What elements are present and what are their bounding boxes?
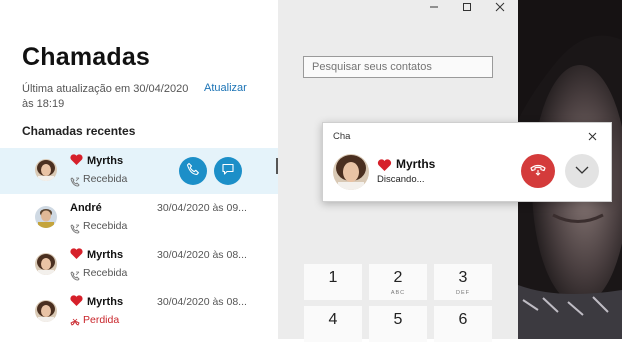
call-date: 30/04/2020 às 09... [157, 202, 247, 214]
key-letters: DEF [456, 290, 470, 296]
key-digit: 6 [458, 311, 468, 328]
maximize-icon[interactable] [456, 0, 478, 14]
keypad-key-6[interactable]: 6 [434, 306, 492, 342]
call-date: 30/04/2020 às 08... [157, 296, 247, 308]
keypad-key-5[interactable]: 5 [369, 306, 427, 342]
recent-calls-header: Chamadas recentes [22, 124, 136, 138]
key-digit: 4 [328, 311, 338, 328]
expand-button[interactable] [565, 154, 599, 188]
contact-name: Myrths [87, 155, 124, 167]
incoming-call-icon [70, 221, 80, 239]
call-list-item[interactable]: Myrths Recebida [0, 148, 278, 194]
call-status: Recebida [83, 173, 128, 185]
heart-icon [70, 295, 83, 309]
call-list-item[interactable]: André 30/04/2020 às 09... Recebida [0, 195, 278, 241]
phone-icon [186, 162, 200, 181]
close-icon[interactable] [489, 0, 511, 14]
minimize-icon[interactable] [423, 0, 445, 14]
call-popup: Cha Myrths Discando... [322, 122, 612, 202]
heart-icon [70, 248, 83, 262]
message-button[interactable] [214, 157, 242, 185]
key-digit: 2 [393, 269, 403, 286]
page-title: Chamadas [22, 43, 151, 71]
call-status: Discando... [377, 174, 425, 185]
contact-name: Myrths [87, 249, 124, 261]
call-status: Perdida [83, 314, 120, 326]
avatar [35, 159, 57, 181]
avatar [35, 300, 57, 322]
call-list-item[interactable]: Myrths 30/04/2020 às 08... Perdida [0, 289, 278, 335]
call-button[interactable] [179, 157, 207, 185]
contact-name: André [70, 202, 102, 214]
message-icon [221, 162, 235, 181]
last-updated-text: Última atualização em 30/04/2020 às 18:1… [22, 83, 189, 110]
keypad-key-2[interactable]: 2 ABC [369, 264, 427, 300]
avatar [35, 206, 57, 228]
keypad-key-1[interactable]: 1 [304, 264, 362, 300]
call-list-item[interactable]: Myrths 30/04/2020 às 08... Recebida [0, 242, 278, 288]
incoming-call-icon [70, 268, 80, 286]
calls-panel: Chamadas Última atualização em 30/04/202… [0, 0, 278, 339]
call-status: Recebida [83, 267, 128, 279]
incoming-call-icon [70, 174, 80, 192]
hang-up-icon [529, 162, 547, 181]
close-icon[interactable] [583, 127, 601, 145]
key-digit: 1 [328, 269, 338, 286]
key-letters: ABC [390, 290, 406, 296]
avatar [35, 253, 57, 275]
key-digit: 3 [458, 269, 468, 286]
keypad-key-3[interactable]: 3 DEF [434, 264, 492, 300]
refresh-link[interactable]: Atualizar [204, 82, 247, 94]
avatar [333, 154, 369, 190]
search-input[interactable] [303, 56, 493, 78]
contact-name: Myrths [87, 296, 124, 308]
chevron-down-icon [575, 162, 589, 180]
popup-title: Cha [333, 131, 351, 142]
call-date: 30/04/2020 às 08... [157, 249, 247, 261]
heart-icon [70, 154, 83, 168]
call-status: Recebida [83, 220, 128, 232]
contact-name: Myrths [396, 157, 436, 171]
keypad-key-4[interactable]: 4 [304, 306, 362, 342]
hang-up-button[interactable] [521, 154, 555, 188]
key-digit: 5 [393, 311, 403, 328]
missed-call-icon [70, 315, 80, 333]
